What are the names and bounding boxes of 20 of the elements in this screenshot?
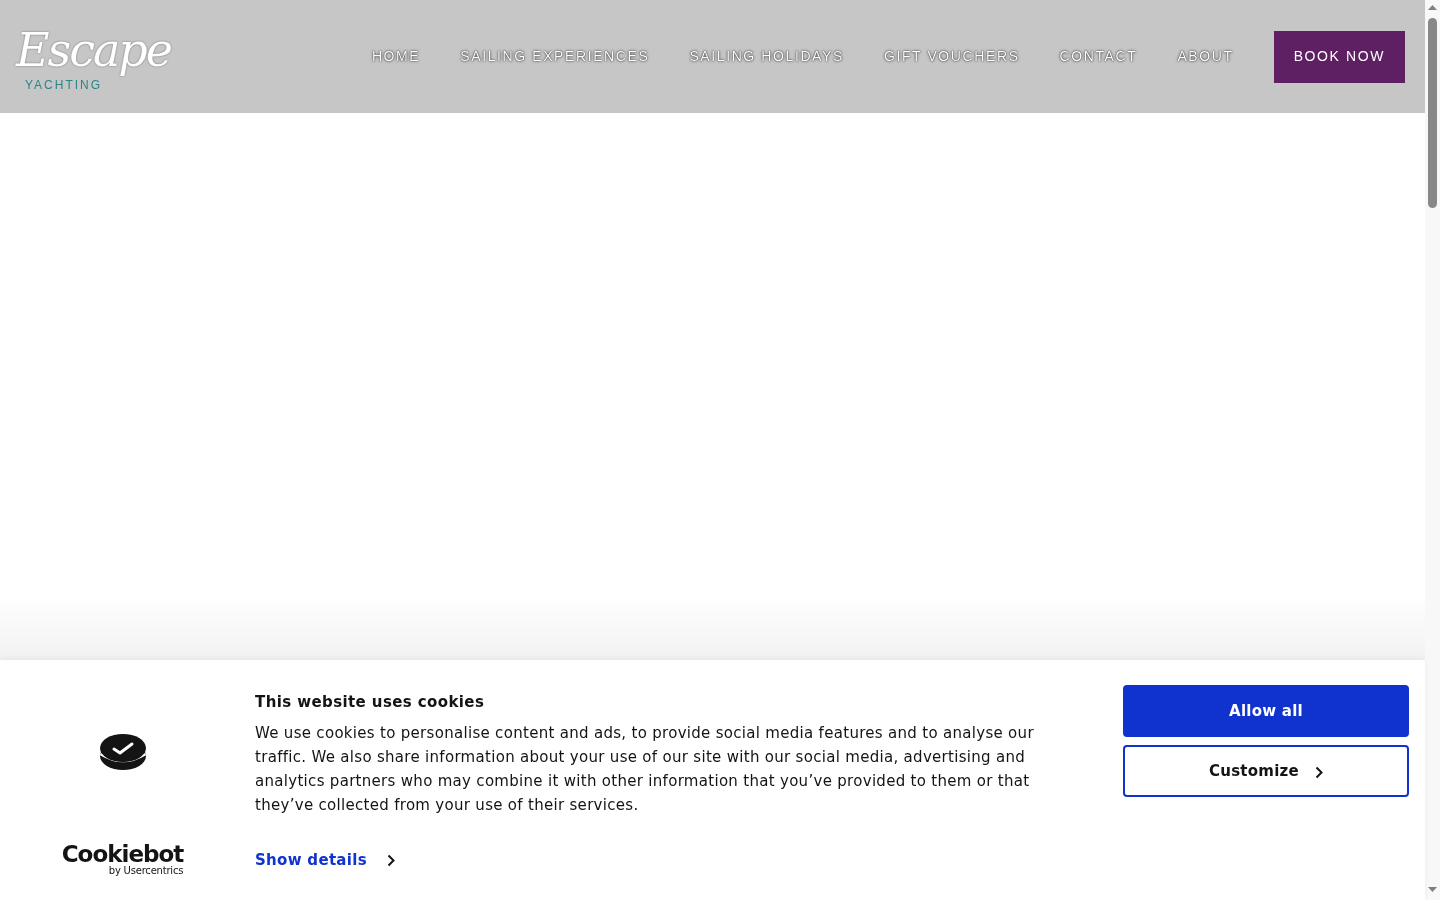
scrollbar[interactable]: [1425, 0, 1440, 900]
cookie-banner-text: We use cookies to personalise content and ads, to provide social media features and to analyse our traffic. We also share information about your use of our site with our social media, advertising and analytics partners who may combine it with other information that you’ve provided to them or that they’ve collected from your use of their services.: [255, 723, 1035, 816]
scroll-down-icon[interactable]: [1428, 887, 1437, 892]
logo-wordmark[interactable]: Escape: [16, 21, 182, 78]
book-now-button[interactable]: BOOK NOW: [1273, 30, 1405, 83]
show-details-link[interactable]: Show details: [255, 848, 395, 872]
brand-wordmark: Cookiebot: [61, 842, 184, 866]
customize-button[interactable]: Customize: [1123, 745, 1409, 797]
brand-byline: by Usercentrics: [108, 866, 184, 876]
scrollbar-thumb[interactable]: [1428, 18, 1437, 208]
nav-link[interactable]: SAILING HOLIDAYS: [689, 46, 844, 67]
scroll-up-icon[interactable]: [1428, 5, 1437, 10]
chevron-right-icon: [386, 853, 395, 867]
allow-all-button[interactable]: Allow all: [1123, 685, 1409, 737]
chevron-right-icon: [1315, 765, 1323, 779]
cookie-banner-title: This website uses cookies: [255, 692, 486, 713]
logo-tagline: YACHTING: [25, 77, 103, 92]
nav-link[interactable]: SAILING EXPERIENCES: [460, 46, 650, 67]
cookie-check-icon: [99, 734, 146, 770]
nav-link[interactable]: HOME: [371, 46, 421, 67]
